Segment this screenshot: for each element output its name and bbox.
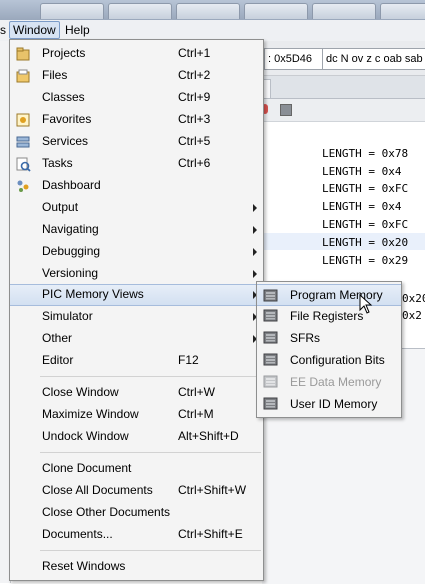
memory-chip-icon (263, 309, 278, 322)
square-icon[interactable] (280, 104, 292, 116)
memory-chip-icon (263, 397, 278, 410)
code-line: LENGTH = 0xFC (322, 182, 409, 195)
menu-item-close-other-documents[interactable]: Close Other Documents (10, 502, 263, 524)
memory-chip-icon (263, 353, 278, 366)
services-icon (15, 134, 31, 150)
menu-item-editor[interactable]: Editor F12 (10, 350, 263, 372)
menu-item-reset-windows[interactable]: Reset Windows (10, 556, 263, 578)
code-line: LENGTH = 0x4 (322, 200, 402, 213)
tasks-icon (15, 156, 31, 172)
background-tab (40, 3, 104, 19)
menu-window[interactable]: Window (9, 21, 60, 39)
submenu-item-configuration-bits[interactable]: Configuration Bits (257, 349, 401, 371)
memory-chip-icon (263, 331, 278, 344)
menu-item-close-window[interactable]: Close Window Ctrl+W (10, 382, 263, 404)
submenu-arrow-icon (253, 270, 257, 278)
menu-item-tasks[interactable]: Tasks Ctrl+6 (10, 153, 263, 175)
menu-item-versioning[interactable]: Versioning (10, 263, 263, 285)
menu-item-debugging[interactable]: Debugging (10, 241, 263, 263)
menu-item-dashboard[interactable]: Dashboard (10, 175, 263, 197)
menu-item-close-all-documents[interactable]: Close All Documents Ctrl+Shift+W (10, 480, 263, 502)
files-icon (15, 68, 31, 84)
mouse-cursor-icon (359, 294, 373, 314)
submenu-item-program-memory[interactable]: Program Memory (257, 284, 401, 306)
memory-chip-icon (263, 289, 278, 302)
submenu-item-ee-data-memory: EE Data Memory (257, 371, 401, 393)
background-tab (176, 3, 240, 19)
menu-help[interactable]: Help (62, 22, 93, 38)
window-menu: Projects Ctrl+1 Files Ctrl+2 Classes Ctr… (9, 39, 264, 581)
projects-icon (15, 46, 31, 62)
code-line: 0x2 (402, 309, 422, 322)
debug-toolbar: : 0x5D46 dc N ov z c oab sab II (262, 41, 425, 76)
menu-item-services[interactable]: Services Ctrl+5 (10, 131, 263, 153)
menu-item-output[interactable]: Output (10, 197, 263, 219)
submenu-item-file-registers[interactable]: File Registers (257, 305, 401, 327)
menu-item-classes[interactable]: Classes Ctrl+9 (10, 87, 263, 109)
background-tab (244, 3, 308, 19)
favorites-icon (15, 112, 31, 128)
menu-item-other[interactable]: Other (10, 328, 263, 350)
background-tab (108, 3, 172, 19)
menu-item-maximize-window[interactable]: Maximize Window Ctrl+M (10, 404, 263, 426)
address-box: : 0x5D46 (264, 48, 323, 70)
browser-tab-strip (0, 0, 425, 20)
menu-separator (40, 550, 261, 551)
code-line: LENGTH = 0x29 (322, 254, 409, 267)
background-tab (380, 3, 425, 19)
menu-item-documents[interactable]: Documents... Ctrl+Shift+E (10, 524, 263, 546)
editor-toolbar (262, 99, 425, 122)
memory-chip-icon (263, 375, 278, 388)
menu-item-projects[interactable]: Projects Ctrl+1 (10, 43, 263, 65)
menu-separator (40, 452, 261, 453)
submenu-item-sfrs[interactable]: SFRs (257, 327, 401, 349)
background-tab (312, 3, 376, 19)
code-line: LENGTH = 0x20 (322, 236, 409, 249)
menu-separator (40, 376, 261, 377)
menu-item-files[interactable]: Files Ctrl+2 (10, 65, 263, 87)
code-line: LENGTH = 0x78 (322, 147, 409, 160)
menu-item-navigating[interactable]: Navigating (10, 219, 263, 241)
submenu-arrow-icon (253, 204, 257, 212)
status-flags-box: dc N ov z c oab sab II (322, 48, 425, 70)
menu-item-favorites[interactable]: Favorites Ctrl+3 (10, 109, 263, 131)
pic-memory-views-submenu: Program Memory File Registers SFRs Confi… (256, 281, 402, 418)
menu-item-undock-window[interactable]: Undock Window Alt+Shift+D (10, 426, 263, 448)
menu-item-simulator[interactable]: Simulator (10, 306, 263, 328)
menu-item-pic-memory-views[interactable]: PIC Memory Views (10, 284, 263, 306)
editor-tabs (262, 76, 425, 99)
menu-item-clone-document[interactable]: Clone Document (10, 458, 263, 480)
submenu-item-user-id-memory[interactable]: User ID Memory (257, 393, 401, 415)
code-line: LENGTH = 0x4 (322, 165, 402, 178)
code-line: LENGTH = 0xFC (322, 218, 409, 231)
dashboard-icon (15, 178, 31, 194)
submenu-arrow-icon (253, 226, 257, 234)
submenu-arrow-icon (253, 248, 257, 256)
code-line: 0x20 (402, 292, 425, 305)
menu-partial[interactable]: s (0, 22, 9, 38)
